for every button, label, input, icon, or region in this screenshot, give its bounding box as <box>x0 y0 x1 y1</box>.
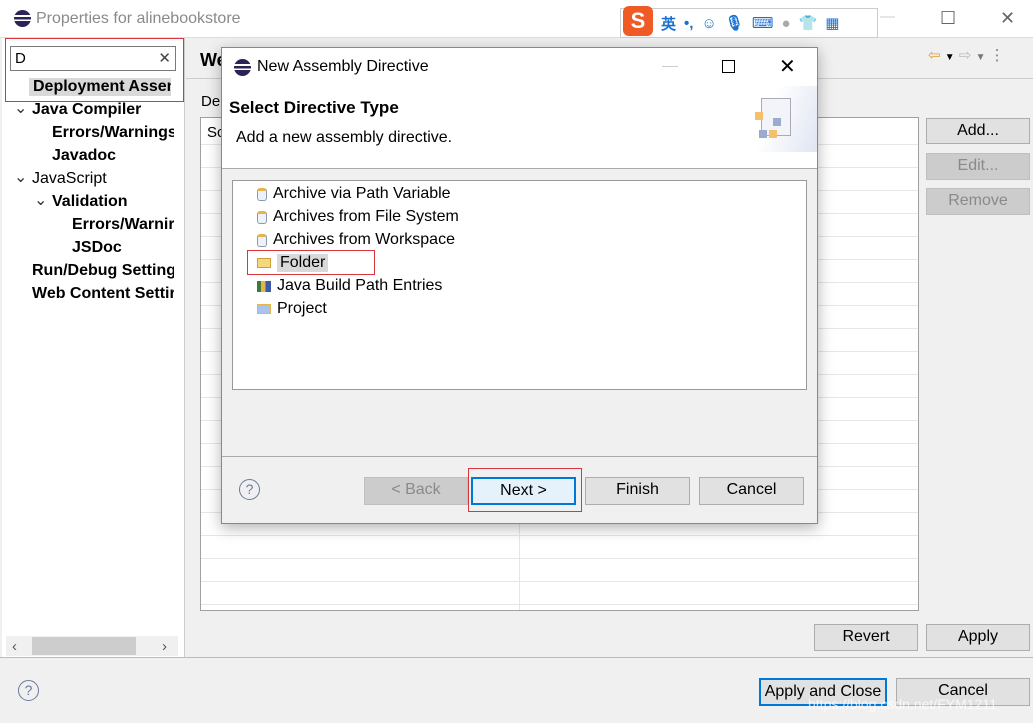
project-folder-icon <box>257 304 271 314</box>
eclipse-icon <box>234 59 251 76</box>
tree-item[interactable]: Errors/Warnings <box>52 124 174 142</box>
list-item-label: Java Build Path Entries <box>277 277 443 294</box>
expand-chevron-icon[interactable]: ⌄ <box>34 193 47 209</box>
sogou-logo-icon: S <box>623 6 653 36</box>
assembly-wizard-banner-icon <box>737 86 817 152</box>
list-item[interactable]: Archives from Workspace <box>257 229 455 251</box>
watermark: https://blog.csdn.net/FYM1211 <box>808 696 997 712</box>
list-item-label: Folder <box>277 254 329 272</box>
dialog-title: New Assembly Directive <box>257 58 429 75</box>
jar-icon <box>257 210 267 224</box>
add-button[interactable]: Add... <box>926 118 1030 144</box>
dialog-header: Select Directive Type Add a new assembly… <box>222 86 817 169</box>
dialog-help-icon[interactable]: ? <box>239 479 260 500</box>
tree-item[interactable]: JSDoc <box>72 239 122 257</box>
new-assembly-directive-dialog: New Assembly Directive ✕ Select Directiv… <box>221 47 818 524</box>
horizontal-scrollbar[interactable]: ‹ › <box>6 636 178 656</box>
ime-toolbar[interactable]: S 英 •, ☺ 🎙 ⌨ ● 👕 ▦ <box>620 6 878 38</box>
tree-item[interactable]: Run/Debug Setting <box>32 262 174 280</box>
minimize-button[interactable]: — <box>880 8 895 25</box>
list-item-label: Archives from Workspace <box>273 231 455 248</box>
table-row[interactable] <box>201 581 918 582</box>
expand-chevron-icon[interactable]: ⌄ <box>14 101 27 117</box>
help-icon[interactable]: ? <box>18 680 39 701</box>
apply-button[interactable]: Apply <box>926 624 1030 651</box>
list-item[interactable]: Folder <box>257 252 329 274</box>
left-panel: D ✕ Deployment Assen ⌄ Java Compiler Errors… <box>2 38 185 658</box>
nav-arrows[interactable]: ⇦ ▼ ⇨ ▼ ⋮ <box>928 46 1005 64</box>
finish-button[interactable]: Finish <box>585 477 690 505</box>
clear-filter-icon[interactable]: ✕ <box>158 49 171 67</box>
user-icon[interactable]: ● <box>781 15 790 32</box>
dialog-heading: Select Directive Type <box>229 98 399 117</box>
dialog-close-button[interactable]: ✕ <box>779 54 796 79</box>
dialog-cancel-button[interactable]: Cancel <box>699 477 804 505</box>
close-button[interactable]: ✕ <box>1000 8 1015 29</box>
toolbox-grid-icon[interactable]: ▦ <box>825 14 839 32</box>
keyboard-icon[interactable]: ⌨ <box>752 14 774 32</box>
jar-icon <box>257 187 267 201</box>
table-row[interactable] <box>201 535 918 536</box>
english-mode-icon[interactable]: 英 <box>661 13 676 34</box>
list-item-label: Project <box>277 300 327 317</box>
window-title: Properties for alinebookstore <box>36 10 241 27</box>
list-item[interactable]: Project <box>257 298 327 320</box>
tree-item[interactable]: JavaScript <box>32 170 107 188</box>
microphone-icon[interactable]: 🎙 <box>725 14 744 32</box>
list-item-label: Archive via Path Variable <box>273 185 451 202</box>
remove-button[interactable]: Remove <box>926 188 1030 215</box>
list-item[interactable]: Archive via Path Variable <box>257 183 451 205</box>
emoji-icon[interactable]: ☺ <box>701 15 716 32</box>
directive-type-list[interactable]: Archive via Path Variable Archives from F… <box>232 180 807 390</box>
scroll-left-icon[interactable]: ‹ <box>12 638 17 655</box>
dialog-titlebar: New Assembly Directive ✕ <box>222 48 817 86</box>
tree-item[interactable]: Errors/Warnir <box>72 216 174 234</box>
scroll-right-icon[interactable]: › <box>162 638 167 655</box>
tree-item[interactable]: Java Compiler <box>32 101 141 119</box>
back-button[interactable]: < Back <box>364 477 468 505</box>
maximize-button[interactable]: ☐ <box>940 8 956 29</box>
folder-icon <box>257 258 271 268</box>
dialog-minimize-button[interactable] <box>662 66 678 67</box>
dialog-description: Add a new assembly directive. <box>236 129 453 146</box>
skin-shirt-icon[interactable]: 👕 <box>799 14 818 32</box>
tree-item[interactable]: Deployment Assen <box>29 78 171 96</box>
next-button[interactable]: Next > <box>471 477 576 505</box>
window-titlebar: Properties for alinebookstore S 英 •, ☺ 🎙… <box>0 0 1033 38</box>
revert-button[interactable]: Revert <box>814 624 918 651</box>
jar-icon <box>257 233 267 247</box>
page-description: De <box>201 93 221 110</box>
dialog-maximize-button[interactable] <box>722 60 735 73</box>
list-item[interactable]: Archives from File System <box>257 206 459 228</box>
tree-item[interactable]: Validation <box>52 193 128 211</box>
filter-value: D <box>15 50 26 67</box>
table-row[interactable] <box>201 558 918 559</box>
filter-input[interactable]: D ✕ <box>10 46 176 71</box>
library-icon <box>257 280 271 292</box>
scroll-thumb[interactable] <box>32 637 136 655</box>
eclipse-icon <box>14 10 31 27</box>
list-item-label: Archives from File System <box>273 208 459 225</box>
punctuation-icon[interactable]: •, <box>684 15 693 32</box>
table-row[interactable] <box>201 604 918 605</box>
dialog-footer-separator <box>222 456 817 457</box>
expand-chevron-icon[interactable]: ⌄ <box>14 170 27 186</box>
tree-item[interactable]: Web Content Settir <box>32 285 174 303</box>
tree-item[interactable]: Javadoc <box>52 147 116 165</box>
edit-button[interactable]: Edit... <box>926 153 1030 180</box>
footer-separator <box>0 657 1033 658</box>
list-item[interactable]: Java Build Path Entries <box>257 275 442 297</box>
